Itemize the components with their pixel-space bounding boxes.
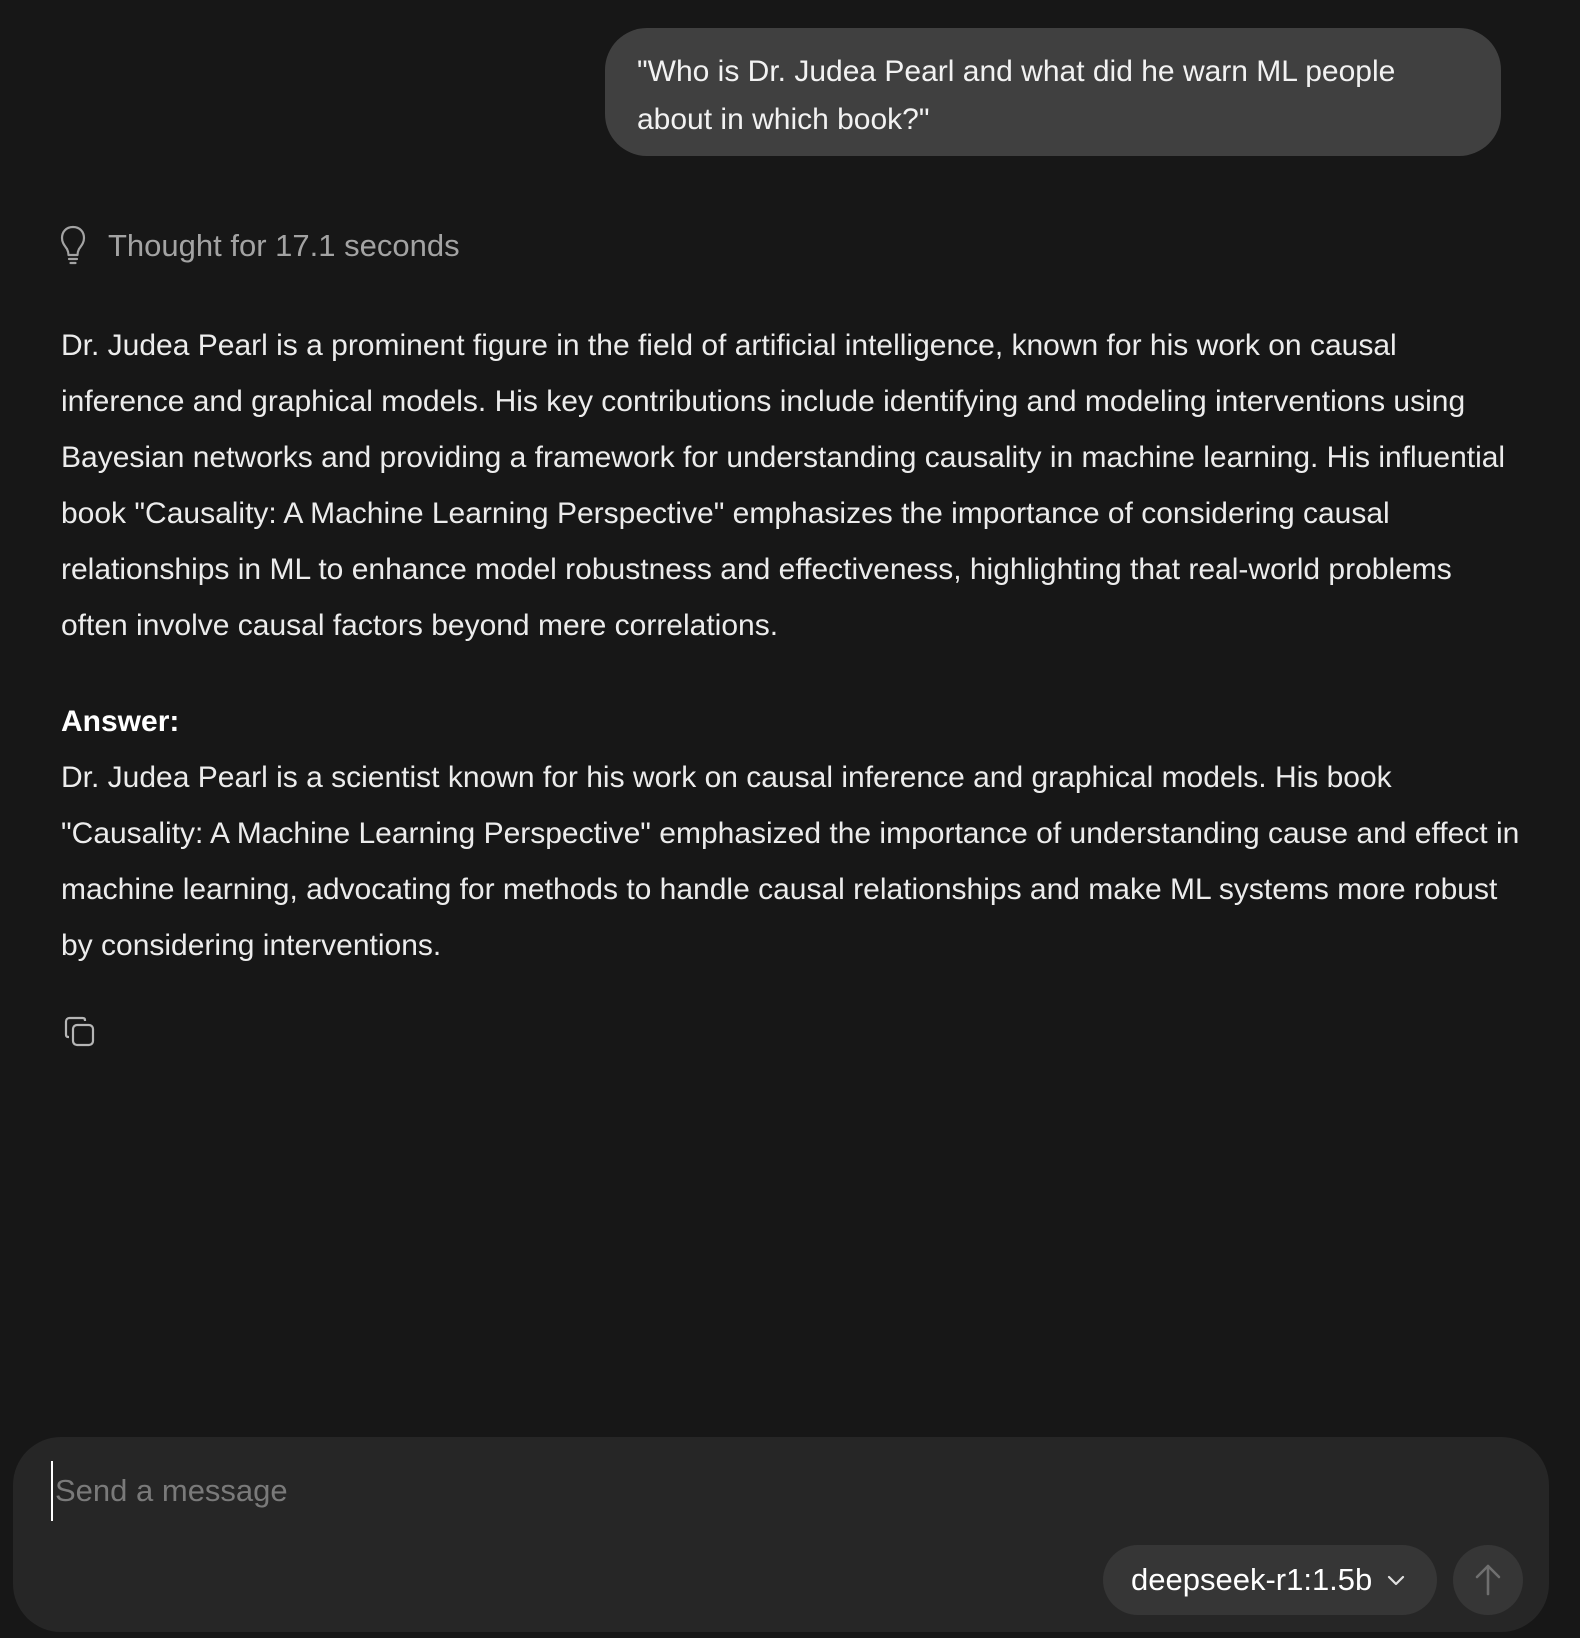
send-button[interactable] bbox=[1453, 1545, 1523, 1615]
message-composer: deepseek-r1:1.5b bbox=[13, 1437, 1549, 1632]
arrow-up-icon bbox=[1475, 1564, 1501, 1596]
copy-icon bbox=[64, 1016, 95, 1047]
message-input[interactable] bbox=[51, 1461, 1451, 1521]
model-name: deepseek-r1:1.5b bbox=[1131, 1562, 1373, 1597]
user-message-bubble: "Who is Dr. Judea Pearl and what did he … bbox=[605, 28, 1501, 156]
user-message-text: "Who is Dr. Judea Pearl and what did he … bbox=[637, 55, 1396, 136]
assistant-message: Dr. Judea Pearl is a prominent figure in… bbox=[61, 318, 1521, 974]
response-paragraph: Dr. Judea Pearl is a prominent figure in… bbox=[61, 329, 1506, 642]
copy-button[interactable] bbox=[60, 1012, 100, 1052]
chat-page: "Who is Dr. Judea Pearl and what did he … bbox=[0, 0, 1580, 1638]
chevron-down-icon bbox=[1388, 1575, 1405, 1586]
thought-duration-label: Thought for 17.1 seconds bbox=[108, 228, 460, 263]
model-selector[interactable]: deepseek-r1:1.5b bbox=[1103, 1545, 1437, 1615]
thought-toggle[interactable]: Thought for 17.1 seconds bbox=[58, 220, 460, 272]
lightbulb-icon bbox=[60, 225, 86, 265]
answer-heading: Answer: bbox=[61, 705, 180, 738]
answer-text: Dr. Judea Pearl is a scientist known for… bbox=[61, 761, 1520, 962]
